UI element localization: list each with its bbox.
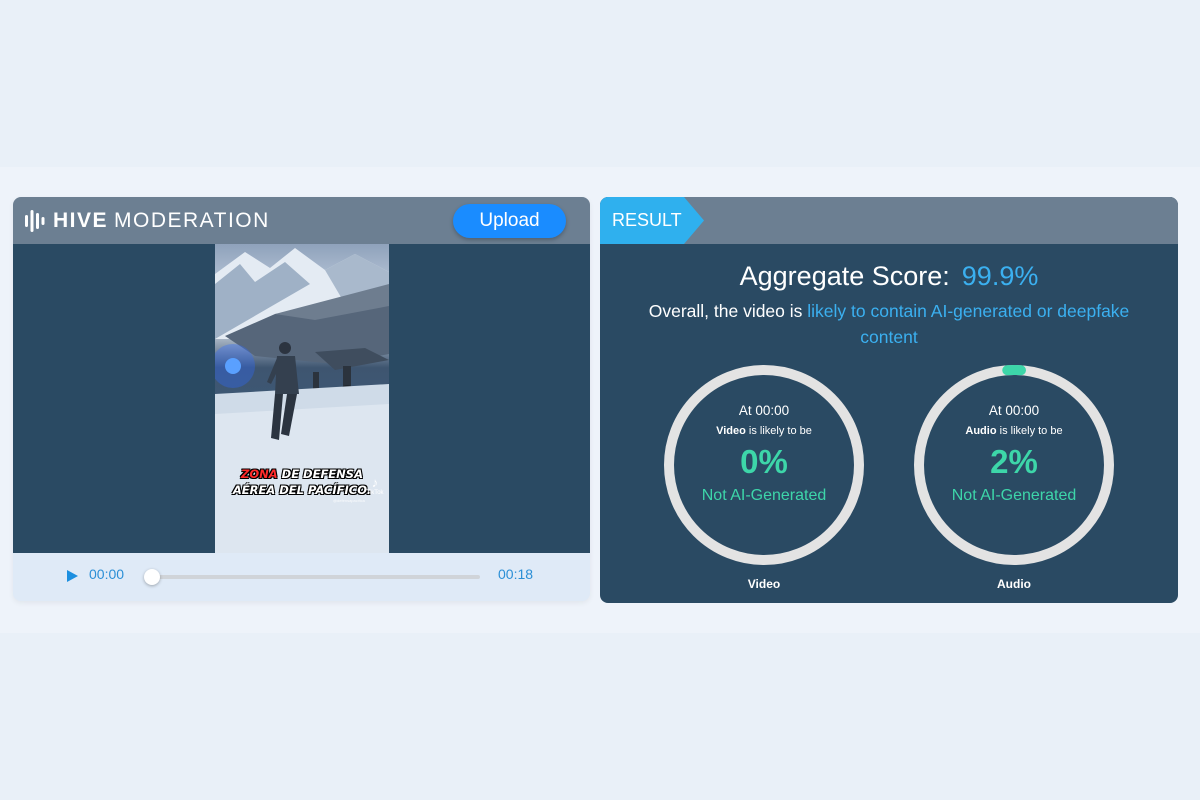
- tiktok-icon: ♪: [371, 475, 379, 490]
- logo-wordmark: HIVE MODERATION: [53, 209, 270, 233]
- seek-handle[interactable]: [144, 569, 160, 585]
- video-watermark: @defensapacifica: [333, 498, 365, 503]
- seek-bar[interactable]: [152, 575, 480, 579]
- overall-summary: Overall, the video is likely to contain …: [620, 298, 1158, 350]
- aggregate-value: 99.9%: [961, 261, 1039, 291]
- video-verdict: Not AI-Generated: [701, 487, 827, 504]
- audio-verdict: Not AI-Generated: [951, 487, 1077, 504]
- logo-bold-text: HIVE: [53, 209, 109, 232]
- audio-kind: Audio: [965, 425, 997, 437]
- result-panel-header: RESULT: [600, 197, 1178, 244]
- audio-percent: 2%: [990, 443, 1038, 480]
- overall-highlight: likely to contain AI-generated or deepfa…: [807, 301, 1130, 347]
- tiktok-label: TikTok: [366, 490, 384, 496]
- upload-button[interactable]: Upload: [453, 204, 566, 238]
- current-time: 00:00: [89, 566, 125, 582]
- video-frame-scene: [215, 248, 389, 553]
- video-kind: Video: [716, 425, 746, 437]
- duration-time: 00:18: [498, 566, 534, 582]
- video-percent: 0%: [740, 443, 788, 480]
- caption-line-1-rest: DE DEFENSA: [277, 467, 363, 481]
- video-score-gauge: At 00:00 Video is likely to be 0% Not AI…: [662, 363, 866, 567]
- video-gauge-caption: Video: [747, 577, 781, 591]
- video-likely-text: is likely to be: [748, 425, 812, 437]
- audio-timestamp: At 00:00: [988, 403, 1040, 418]
- video-panel-header: HIVE MODERATION Upload: [13, 197, 590, 244]
- result-tag-label: RESULT: [612, 210, 682, 230]
- video-frame: ZONA DE DEFENSA AÉREA DEL PACÍFICO. ♪ Ti…: [215, 244, 389, 553]
- audio-likely-text: is likely to be: [999, 425, 1063, 437]
- audio-score-gauge: At 00:00 Audio is likely to be 2% Not AI…: [912, 363, 1116, 567]
- video-likely-line: Video is likely to be: [662, 425, 866, 437]
- result-panel: RESULT Aggregate Score: 99.9% Overall, th…: [600, 197, 1178, 603]
- tiktok-badge: ♪ TikTok: [363, 476, 387, 497]
- video-player[interactable]: ZONA DE DEFENSA AÉREA DEL PACÍFICO. ♪ Ti…: [13, 244, 590, 553]
- player-controls: 00:00 00:18: [13, 553, 590, 601]
- caption-highlight: ZONA: [241, 467, 278, 481]
- play-icon[interactable]: [67, 570, 78, 582]
- logo-light-text: MODERATION: [114, 209, 270, 232]
- overall-prefix: Overall, the video is: [648, 301, 808, 321]
- hive-logo-icon: [25, 210, 45, 232]
- audio-gauge-caption: Audio: [997, 577, 1031, 591]
- video-timestamp: At 00:00: [738, 403, 790, 418]
- audio-likely-line: Audio is likely to be: [912, 425, 1116, 437]
- aggregate-score: Aggregate Score: 99.9%: [600, 261, 1178, 292]
- hive-logo: HIVE MODERATION: [25, 209, 270, 233]
- aggregate-label: Aggregate Score:: [739, 261, 950, 291]
- video-panel: HIVE MODERATION Upload ZONA DE DEFENSA A…: [13, 197, 590, 601]
